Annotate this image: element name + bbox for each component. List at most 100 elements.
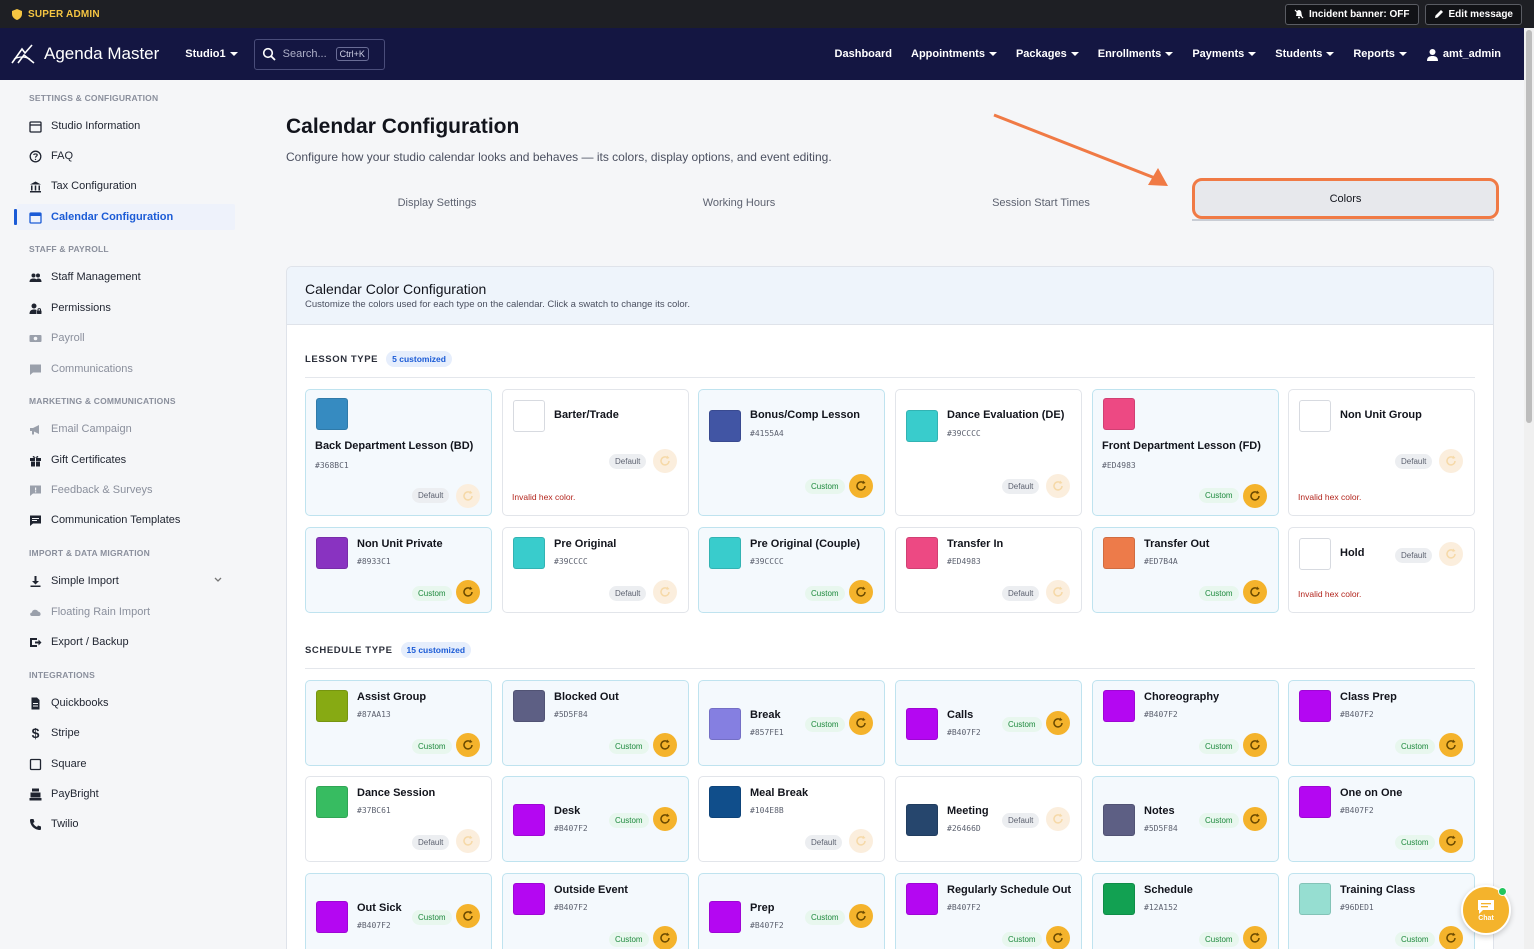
- search-input[interactable]: [282, 48, 329, 60]
- reset-button[interactable]: [849, 829, 873, 853]
- reset-button[interactable]: [849, 580, 873, 604]
- reset-button[interactable]: [1439, 733, 1463, 757]
- reset-button[interactable]: [653, 926, 677, 949]
- chevron-down-icon[interactable]: [214, 577, 222, 583]
- color-swatch[interactable]: [906, 804, 938, 836]
- color-swatch[interactable]: [1299, 400, 1331, 432]
- reset-button[interactable]: [456, 580, 480, 604]
- sidebar-item-communication-templates[interactable]: Communication Templates: [29, 509, 229, 531]
- sidebar-item-calendar-configuration[interactable]: Calendar Configuration: [29, 206, 229, 228]
- sidebar-item-permissions[interactable]: Permissions: [29, 297, 229, 319]
- page-scrollbar[interactable]: [1524, 28, 1534, 949]
- reset-button[interactable]: [849, 474, 873, 498]
- reset-button[interactable]: [1046, 807, 1070, 831]
- color-swatch[interactable]: [513, 883, 545, 915]
- brand[interactable]: Agenda Master: [10, 43, 159, 65]
- color-swatch[interactable]: [513, 537, 545, 569]
- color-swatch[interactable]: [1299, 690, 1331, 722]
- color-swatch[interactable]: [316, 398, 348, 430]
- reset-button[interactable]: [1243, 733, 1267, 757]
- reset-button[interactable]: [1439, 926, 1463, 949]
- color-swatch[interactable]: [1103, 690, 1135, 722]
- sidebar-item-twilio[interactable]: Twilio: [29, 813, 229, 835]
- nav-payments[interactable]: Payments: [1192, 48, 1257, 60]
- reset-button[interactable]: [1243, 484, 1267, 508]
- reset-button[interactable]: [1046, 926, 1070, 949]
- nav-packages[interactable]: Packages: [1016, 48, 1079, 60]
- sidebar-item-feedback-surveys[interactable]: Feedback & Surveys: [29, 479, 229, 501]
- tab-colors[interactable]: Colors: [1192, 178, 1499, 219]
- reset-button[interactable]: [456, 733, 480, 757]
- sidebar-item-staff-management[interactable]: Staff Management: [29, 266, 229, 288]
- color-swatch[interactable]: [316, 537, 348, 569]
- reset-button[interactable]: [1243, 580, 1267, 604]
- reset-button[interactable]: [1439, 449, 1463, 473]
- nav-appointments[interactable]: Appointments: [911, 48, 997, 60]
- reset-button[interactable]: [1243, 807, 1267, 831]
- sidebar-item-stripe[interactable]: $ Stripe: [29, 722, 229, 744]
- sidebar-item-gift-certificates[interactable]: Gift Certificates: [29, 449, 229, 471]
- color-swatch[interactable]: [709, 786, 741, 818]
- color-swatch[interactable]: [1103, 804, 1135, 836]
- user-menu[interactable]: amt_admin: [1426, 48, 1501, 61]
- reset-button[interactable]: [653, 733, 677, 757]
- nav-enrollments[interactable]: Enrollments: [1098, 48, 1174, 60]
- sidebar-item-studio-information[interactable]: Studio Information: [29, 115, 229, 137]
- color-swatch[interactable]: [1299, 883, 1331, 915]
- sidebar-item-quickbooks[interactable]: Quickbooks: [29, 692, 229, 714]
- tab-working-hours[interactable]: Working Hours: [588, 185, 890, 221]
- sidebar-item-floating-rain-import[interactable]: Floating Rain Import: [29, 601, 229, 623]
- reset-button[interactable]: [456, 484, 480, 508]
- reset-button[interactable]: [653, 807, 677, 831]
- color-swatch[interactable]: [1299, 786, 1331, 818]
- color-swatch[interactable]: [1299, 538, 1331, 570]
- color-swatch[interactable]: [1103, 883, 1135, 915]
- color-swatch[interactable]: [709, 901, 741, 933]
- reset-button[interactable]: [1046, 711, 1070, 735]
- reset-button[interactable]: [849, 904, 873, 928]
- scrollbar-thumb[interactable]: [1526, 30, 1532, 423]
- sidebar-item-payroll[interactable]: Payroll: [29, 327, 229, 349]
- sidebar-item-export-backup[interactable]: Export / Backup: [29, 631, 229, 653]
- reset-button[interactable]: [456, 904, 480, 928]
- color-swatch[interactable]: [1103, 537, 1135, 569]
- sidebar-item-simple-import[interactable]: Simple Import: [29, 570, 229, 592]
- color-swatch[interactable]: [709, 537, 741, 569]
- reset-button[interactable]: [653, 580, 677, 604]
- nav-students[interactable]: Students: [1275, 48, 1335, 60]
- sidebar-item-faq[interactable]: FAQ: [29, 145, 229, 167]
- sidebar-item-tax-configuration[interactable]: Tax Configuration: [29, 175, 229, 197]
- color-swatch[interactable]: [906, 410, 938, 442]
- nav-reports[interactable]: Reports: [1353, 48, 1407, 60]
- reset-button[interactable]: [456, 829, 480, 853]
- color-swatch[interactable]: [513, 804, 545, 836]
- color-swatch[interactable]: [1103, 398, 1135, 430]
- sidebar-item-communications[interactable]: Communications: [29, 358, 229, 380]
- sidebar-item-paybright[interactable]: PayBright: [29, 783, 229, 805]
- color-swatch[interactable]: [709, 410, 741, 442]
- reset-button[interactable]: [1439, 829, 1463, 853]
- color-swatch[interactable]: [316, 690, 348, 722]
- color-swatch[interactable]: [906, 708, 938, 740]
- nav-dashboard[interactable]: Dashboard: [835, 48, 892, 60]
- reset-button[interactable]: [849, 711, 873, 735]
- reset-button[interactable]: [1046, 580, 1070, 604]
- edit-message-button[interactable]: Edit message: [1424, 3, 1522, 25]
- incident-banner-button[interactable]: Incident banner: OFF: [1284, 3, 1419, 25]
- color-swatch[interactable]: [316, 901, 348, 933]
- studio-select[interactable]: Studio1: [185, 48, 238, 60]
- reset-button[interactable]: [1243, 926, 1267, 949]
- reset-button[interactable]: [1439, 542, 1463, 566]
- color-swatch[interactable]: [906, 883, 938, 915]
- tab-display-settings[interactable]: Display Settings: [286, 185, 588, 221]
- color-swatch[interactable]: [316, 786, 348, 818]
- tab-session-start-times[interactable]: Session Start Times: [890, 185, 1192, 221]
- search-box[interactable]: Ctrl+K: [253, 38, 385, 70]
- color-swatch[interactable]: [513, 400, 545, 432]
- reset-button[interactable]: [653, 449, 677, 473]
- color-swatch[interactable]: [513, 690, 545, 722]
- reset-button[interactable]: [1046, 474, 1070, 498]
- color-swatch[interactable]: [906, 537, 938, 569]
- sidebar-item-email-campaign[interactable]: Email Campaign: [29, 418, 229, 440]
- sidebar-item-square[interactable]: Square: [29, 753, 229, 775]
